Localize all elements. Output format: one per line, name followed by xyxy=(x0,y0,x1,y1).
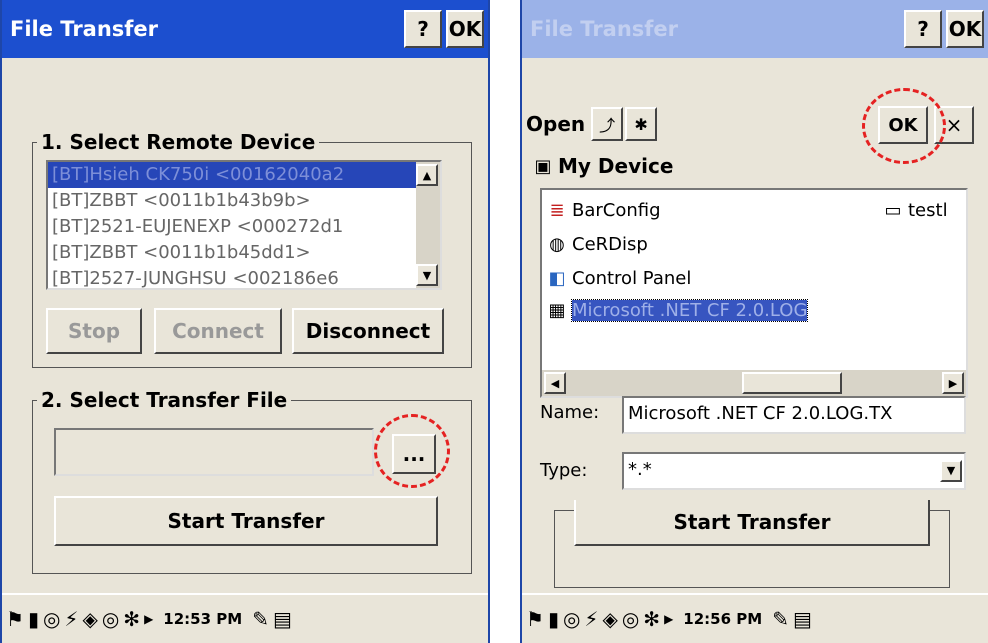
ok-button[interactable]: OK xyxy=(446,10,484,48)
battery-icon[interactable]: ▮ xyxy=(28,607,39,631)
connect-button[interactable]: Connect xyxy=(154,308,282,354)
device-listbox[interactable]: [BT]Hsieh CK750i <00162040a2 [BT]ZBBT <0… xyxy=(46,160,442,290)
control-panel-icon: ◧ xyxy=(548,268,566,289)
scroll-left-icon[interactable]: ◀ xyxy=(544,372,566,394)
file-item[interactable]: ◍ CeRDisp xyxy=(546,234,648,255)
title-bar: File Transfer ? OK xyxy=(522,0,988,58)
scroll-thumb[interactable] xyxy=(742,372,842,394)
expand-arrow-icon[interactable]: ▶ xyxy=(664,612,673,626)
start-transfer-button-behind: Start Transfer xyxy=(574,500,930,546)
name-label: Name: xyxy=(540,402,600,423)
location-label: ▣ My Device xyxy=(532,154,673,178)
barconfig-icon: ≣ xyxy=(549,200,565,221)
window-title: File Transfer xyxy=(10,17,159,41)
ok-button[interactable]: OK xyxy=(946,10,984,48)
file-transfer-window: File Transfer ? OK 1. Select Remote Devi… xyxy=(0,0,490,643)
file-path-field[interactable] xyxy=(54,428,374,476)
plug-icon[interactable]: ⚡ xyxy=(584,607,598,631)
type-select[interactable]: *.* ▼ xyxy=(622,452,966,490)
scroll-right-icon[interactable]: ▶ xyxy=(942,372,964,394)
expand-arrow-icon[interactable]: ▶ xyxy=(144,612,153,626)
bluetooth-icon[interactable]: ✻ xyxy=(643,607,660,631)
file-item[interactable]: ≣ BarConfig xyxy=(546,200,660,221)
cerdisp-icon: ◍ xyxy=(549,234,565,255)
disconnect-button[interactable]: Disconnect xyxy=(292,308,444,354)
title-bar: File Transfer ? OK xyxy=(2,0,488,58)
taskbar: ⚑ ▮ ◎ ⚡ ◈ ◎ ✻ ▶ 12:53 PM ✎ ▤ xyxy=(2,593,488,643)
horizontal-scrollbar[interactable]: ◀ ▶ xyxy=(542,370,966,396)
chevron-down-icon[interactable]: ▼ xyxy=(940,460,962,482)
clock[interactable]: 12:56 PM xyxy=(683,610,762,628)
input-panel-icon[interactable]: ✎ xyxy=(252,607,269,631)
up-folder-icon[interactable]: ⤴ xyxy=(591,107,624,141)
start-icon[interactable]: ⚑ xyxy=(526,607,544,631)
highlight-circle xyxy=(862,88,946,164)
file-item[interactable]: ▭ testl xyxy=(882,200,947,221)
help-button[interactable]: ? xyxy=(904,10,942,48)
device-list-item[interactable]: [BT]Hsieh CK750i <00162040a2 xyxy=(48,162,440,188)
device-list-item[interactable]: [BT]2527-JUNGHSU <002186e6 xyxy=(48,266,440,288)
desktop-switch-icon[interactable]: ▤ xyxy=(273,607,292,631)
file-item[interactable]: ◧ Control Panel xyxy=(546,268,691,289)
device-list-item[interactable]: [BT]ZBBT <0011b1b43b9b> xyxy=(48,188,440,214)
scroll-down-icon[interactable]: ▼ xyxy=(416,264,438,286)
taskbar: ⚑ ▮ ◎ ⚡ ◈ ◎ ✻ ▶ 12:56 PM ✎ ▤ xyxy=(522,593,988,643)
start-icon[interactable]: ⚑ xyxy=(6,607,24,631)
input-panel-icon[interactable]: ✎ xyxy=(772,607,789,631)
network-icon[interactable]: ◎ xyxy=(563,607,580,631)
help-button[interactable]: ? xyxy=(404,10,442,48)
new-folder-icon[interactable]: ✱ xyxy=(625,107,658,141)
section2-label: 2. Select Transfer File xyxy=(41,388,288,412)
type-label: Type: xyxy=(540,460,588,481)
connection-icon[interactable]: ◈ xyxy=(602,607,617,631)
globe-icon[interactable]: ◎ xyxy=(102,607,119,631)
start-transfer-button[interactable]: Start Transfer xyxy=(54,496,438,546)
window-icon: ▭ xyxy=(884,200,902,221)
name-field[interactable]: Microsoft .NET CF 2.0.LOG.TX xyxy=(622,396,966,434)
device-scrollbar[interactable]: ▲ ▼ xyxy=(416,162,440,288)
window-title: File Transfer xyxy=(530,17,679,41)
clock[interactable]: 12:53 PM xyxy=(163,610,242,628)
desktop-switch-icon[interactable]: ▤ xyxy=(793,607,812,631)
section1-label: 1. Select Remote Device xyxy=(41,130,316,154)
power-icon[interactable]: ⚡ xyxy=(64,607,78,631)
globe-icon[interactable]: ◎ xyxy=(622,607,639,631)
bluetooth-icon[interactable]: ✻ xyxy=(123,607,140,631)
connection-icon[interactable]: ◈ xyxy=(82,607,97,631)
network-icon[interactable]: ◎ xyxy=(43,607,60,631)
device-list-item[interactable]: [BT]2521-EUJENEXP <000272d1 xyxy=(48,214,440,240)
stop-button[interactable]: Stop xyxy=(46,308,142,354)
file-open-dialog-window: File Transfer ? OK Open ⤴ ✱ OK × ▣ My De… xyxy=(520,0,988,643)
file-item-selected[interactable]: ▦ Microsoft .NET CF 2.0.LOG xyxy=(546,299,809,322)
scroll-up-icon[interactable]: ▲ xyxy=(416,164,438,186)
battery-icon[interactable]: ▮ xyxy=(548,607,559,631)
device-icon: ▣ xyxy=(534,155,552,177)
device-list-item[interactable]: [BT]ZBBT <0011b1b45dd1> xyxy=(48,240,440,266)
highlight-circle xyxy=(374,414,450,488)
file-listbox[interactable]: ≣ BarConfig ◍ CeRDisp ◧ Control Panel ▦ … xyxy=(540,188,968,398)
log-file-icon: ▦ xyxy=(548,300,566,321)
dialog-title: Open xyxy=(526,112,586,136)
